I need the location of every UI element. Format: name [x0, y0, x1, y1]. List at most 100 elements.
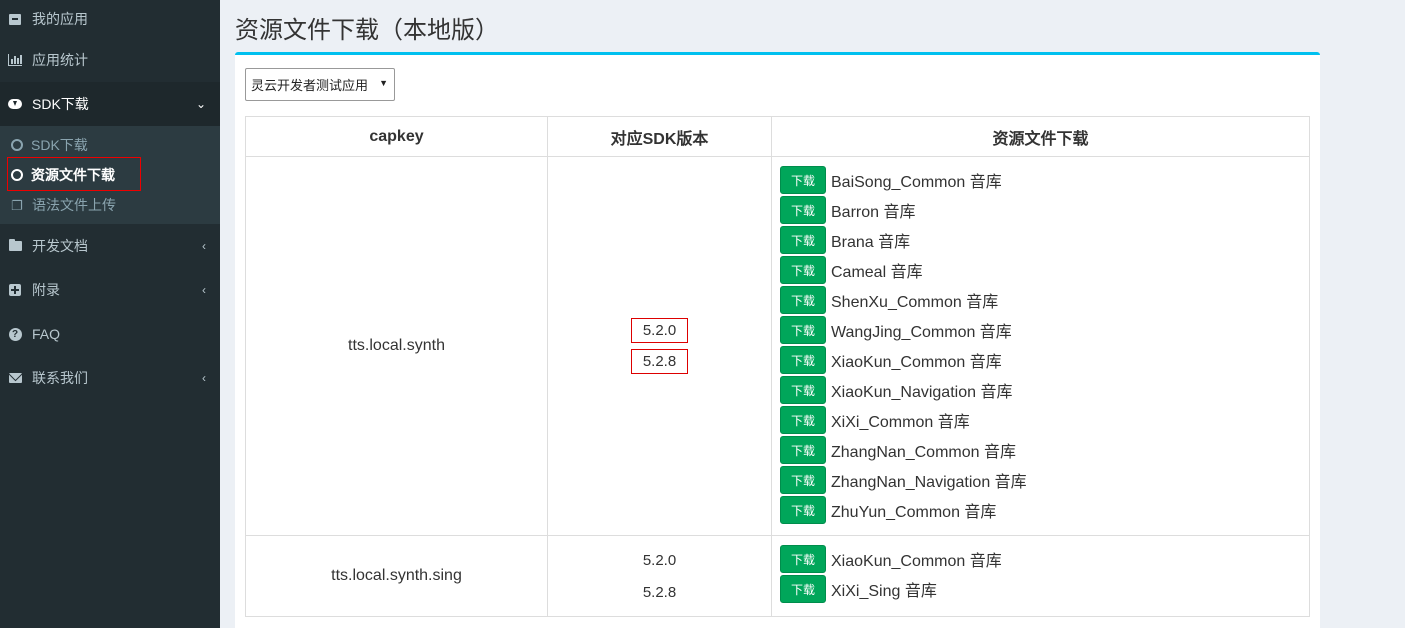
- version-label: 5.2.8: [642, 583, 677, 601]
- resource-name: XiaoKun_Navigation 音库: [831, 384, 1013, 401]
- download-button[interactable]: 下载: [780, 575, 826, 603]
- sidebar-item-label: SDK下载: [32, 96, 89, 112]
- resource-item: 下载 XiaoKun_Common 音库: [780, 345, 1301, 375]
- resource-item: 下载 Cameal 音库: [780, 255, 1301, 285]
- circle-icon: [11, 169, 23, 181]
- resource-name: Brana 音库: [831, 234, 911, 251]
- resource-name: ShenXu_Common 音库: [831, 294, 999, 311]
- download-button[interactable]: 下载: [780, 166, 826, 194]
- cloud-download-icon: [8, 97, 22, 111]
- sidebar-item-my-apps[interactable]: 我的应用: [0, 0, 220, 38]
- download-button[interactable]: 下载: [780, 316, 826, 344]
- sidebar-item-label: 联系我们: [32, 370, 88, 386]
- content-box: 灵云开发者测试应用 ▼ capkey 对应SDK版本 资源文件下载 tts.lo…: [235, 52, 1320, 628]
- resource-item: 下载 ZhangNan_Common 音库: [780, 435, 1301, 465]
- resource-item: 下载 XiXi_Sing 音库: [780, 574, 1301, 604]
- submenu-item-sdk-download[interactable]: SDK下载: [0, 130, 220, 160]
- resource-name: Barron 音库: [831, 204, 916, 221]
- sidebar-item-app-stats[interactable]: 应用统计: [0, 38, 220, 82]
- resource-name: ZhangNan_Common 音库: [831, 444, 1016, 461]
- download-button[interactable]: 下载: [780, 286, 826, 314]
- download-button[interactable]: 下载: [780, 376, 826, 404]
- sidebar-item-sdk-download[interactable]: SDK下载 ⌄: [0, 82, 220, 126]
- submenu-item-label: 语法文件上传: [32, 197, 116, 213]
- resource-item: 下载 XiaoKun_Common 音库: [780, 544, 1301, 574]
- chevron-left-icon: ‹: [202, 371, 206, 385]
- sidebar-item-dev-docs[interactable]: 开发文档 ‹: [0, 224, 220, 268]
- capkey-cell: tts.local.synth.sing: [245, 535, 548, 617]
- sidebar-item-label: 应用统计: [32, 52, 88, 68]
- copy-icon: ❐: [11, 197, 23, 213]
- question-circle-icon: ?: [8, 327, 22, 341]
- resource-name: ZhuYun_Common 音库: [831, 504, 997, 521]
- submenu-item-grammar-upload[interactable]: ❐ 语法文件上传: [0, 190, 220, 220]
- resource-name: Cameal 音库: [831, 264, 923, 281]
- version-label: 5.2.0: [642, 551, 677, 569]
- sidebar-item-label: FAQ: [32, 326, 61, 342]
- version-label: 5.2.8: [631, 349, 688, 374]
- download-button[interactable]: 下载: [780, 226, 826, 254]
- download-button[interactable]: 下载: [780, 545, 826, 573]
- resource-name: BaiSong_Common 音库: [831, 174, 1002, 191]
- sidebar-item-label: 我的应用: [32, 11, 88, 27]
- resource-cell: 下载 BaiSong_Common 音库 下载 Barron 音库 下载 Brana …: [771, 156, 1310, 536]
- submenu-item-label: SDK下载: [31, 137, 88, 153]
- download-button[interactable]: 下载: [780, 436, 826, 464]
- sidebar-item-appendix[interactable]: 附录 ‹: [0, 268, 220, 312]
- app-select[interactable]: 灵云开发者测试应用 ▼: [245, 68, 395, 101]
- header-capkey: capkey: [245, 116, 548, 157]
- plus-square-icon: [8, 283, 22, 297]
- sidebar-submenu: SDK下载 资源文件下载 ❐ 语法文件上传: [0, 126, 220, 224]
- resource-item: 下载 ShenXu_Common 音库: [780, 285, 1301, 315]
- download-button[interactable]: 下载: [780, 406, 826, 434]
- version-cell: 5.2.0 5.2.8: [547, 535, 772, 617]
- envelope-icon: [8, 371, 22, 385]
- resource-item: 下载 ZhangNan_Navigation 音库: [780, 465, 1301, 495]
- resource-item: 下载 ZhuYun_Common 音库: [780, 495, 1301, 525]
- app-select-value: 灵云开发者测试应用: [251, 78, 369, 93]
- resource-item: 下载 BaiSong_Common 音库: [780, 165, 1301, 195]
- chevron-left-icon: ‹: [202, 283, 206, 297]
- version-label: 5.2.0: [631, 318, 688, 343]
- resource-name: XiXi_Sing 音库: [831, 583, 937, 600]
- resource-item: 下载 Brana 音库: [780, 225, 1301, 255]
- download-button[interactable]: 下载: [780, 496, 826, 524]
- download-button[interactable]: 下载: [780, 196, 826, 224]
- bar-chart-icon: [8, 53, 22, 67]
- resource-name: XiaoKun_Common 音库: [831, 354, 1002, 371]
- download-button[interactable]: 下载: [780, 256, 826, 284]
- resource-table: capkey 对应SDK版本 资源文件下载 tts.local.synth 5.…: [245, 116, 1310, 617]
- version-cell: 5.2.0 5.2.8: [547, 156, 772, 536]
- submenu-item-label: 资源文件下载: [31, 167, 115, 183]
- folder-icon: [8, 239, 22, 253]
- resource-cell: 下载 XiaoKun_Common 音库 下载 XiXi_Sing 音库: [771, 535, 1310, 617]
- caret-down-icon: ▼: [379, 78, 388, 88]
- circle-icon: [11, 139, 23, 151]
- download-button[interactable]: 下载: [780, 346, 826, 374]
- resource-name: XiaoKun_Common 音库: [831, 553, 1002, 570]
- resource-name: XiXi_Common 音库: [831, 414, 970, 431]
- chevron-left-icon: ‹: [202, 239, 206, 253]
- sidebar: 我的应用 应用统计 SDK下载 ⌄ SDK下载 资源文件下载 ❐ 语法文件上传 …: [0, 0, 220, 628]
- header-resource-download: 资源文件下载: [771, 116, 1310, 157]
- resource-name: ZhangNan_Navigation 音库: [831, 474, 1027, 491]
- sidebar-item-contact[interactable]: 联系我们 ‹: [0, 356, 220, 400]
- resource-item: 下载 WangJing_Common 音库: [780, 315, 1301, 345]
- table-header-row: capkey 对应SDK版本 资源文件下载: [245, 116, 1310, 157]
- resource-item: 下载 XiaoKun_Navigation 音库: [780, 375, 1301, 405]
- chevron-down-icon: ⌄: [195, 97, 206, 111]
- header-sdk-version: 对应SDK版本: [547, 116, 772, 157]
- sidebar-item-label: 开发文档: [32, 238, 88, 254]
- submenu-item-resource-download[interactable]: 资源文件下载: [0, 160, 220, 190]
- resource-item: 下载 XiXi_Common 音库: [780, 405, 1301, 435]
- capkey-cell: tts.local.synth: [245, 156, 548, 536]
- table-row: tts.local.synth 5.2.0 5.2.8 下载 BaiSong_Co…: [245, 156, 1310, 536]
- sidebar-item-faq[interactable]: ? FAQ: [0, 312, 220, 356]
- resource-name: WangJing_Common 音库: [831, 324, 1012, 341]
- page-title: 资源文件下载（本地版）: [235, 17, 499, 44]
- resource-item: 下载 Barron 音库: [780, 195, 1301, 225]
- sidebar-item-label: 附录: [32, 282, 60, 298]
- archive-icon: [8, 12, 22, 26]
- table-row: tts.local.synth.sing 5.2.0 5.2.8 下载 XiaoK…: [245, 535, 1310, 617]
- download-button[interactable]: 下载: [780, 466, 826, 494]
